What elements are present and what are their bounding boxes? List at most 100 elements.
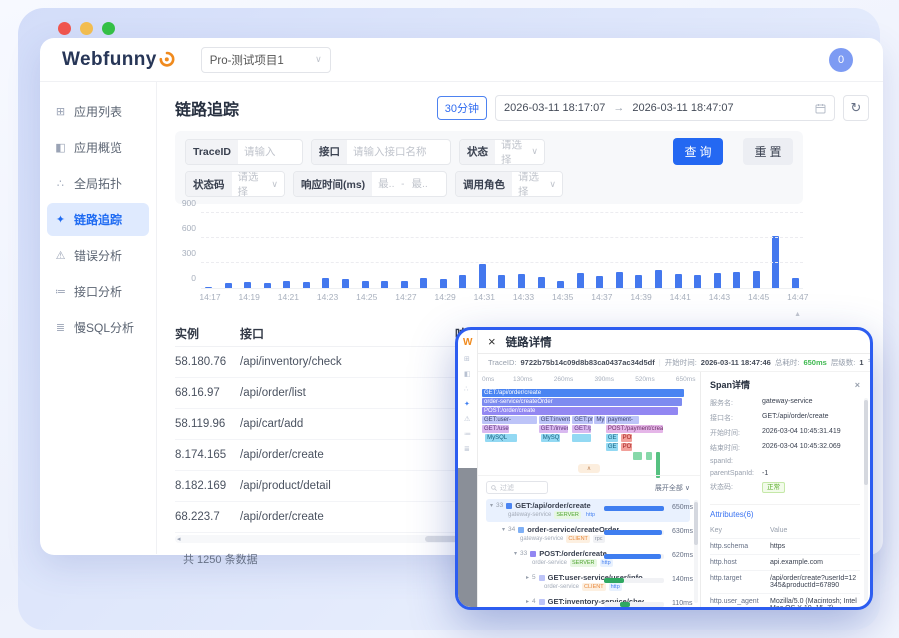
span-tree-row[interactable]: ▾33POST:/order/createorder-serviceSERVER…	[486, 547, 690, 570]
sidebar-item-链路追踪[interactable]: ✦链路追踪	[47, 203, 149, 236]
attr-key-header: Key	[710, 527, 770, 534]
span-bar[interactable]: GET:/inventory/c	[539, 425, 568, 433]
span-bar[interactable]	[633, 452, 641, 460]
chart-bar	[420, 278, 427, 288]
sidebar-item-应用列表[interactable]: ⊞应用列表	[47, 95, 149, 128]
panel-scrollbar[interactable]	[864, 398, 868, 601]
field-label: 服务名:	[710, 398, 762, 408]
status-select[interactable]: 请选择 ∨	[495, 140, 544, 164]
chart-bar	[498, 275, 505, 288]
reset-button[interactable]: 重置	[743, 138, 793, 165]
column-header-实例: 实例	[175, 325, 199, 342]
mini-logo: W	[463, 337, 477, 348]
column-header-label: 接口	[240, 325, 264, 342]
sidebar-item-全局拓扑[interactable]: ∴全局拓扑	[47, 167, 149, 200]
cell-instance: 58.180.76	[175, 356, 226, 368]
search-button[interactable]: 查询	[673, 138, 723, 165]
span-bar[interactable]: GET:/lo	[606, 443, 619, 451]
mini-接口分析-icon: ≔	[464, 430, 477, 438]
span-bar[interactable]: POST:/payment/create	[606, 425, 663, 433]
attr-row: http.schemahttps	[710, 539, 860, 555]
caret-icon[interactable]: ▾	[490, 502, 493, 509]
sidebar-item-label: 链路追踪	[74, 211, 122, 228]
close-icon[interactable]: ×	[488, 335, 496, 348]
span-bar[interactable]	[646, 452, 652, 460]
traceid-input[interactable]	[238, 140, 300, 164]
date-range-picker[interactable]: 2026-03-11 18:17:07 → 2026-03-11 18:47:0…	[495, 95, 835, 121]
span-field: parentSpanId:-1	[710, 470, 860, 477]
gridline	[201, 262, 803, 263]
span-bar[interactable]: GET:/ba	[606, 434, 619, 442]
caret-icon[interactable]: ▸	[526, 598, 529, 605]
attributes-link[interactable]: Attributes(6)	[710, 504, 860, 523]
avatar[interactable]: 0	[829, 48, 853, 72]
maximize-window-dot[interactable]	[102, 22, 115, 35]
span-bar[interactable]: GET:/api/order/create	[482, 389, 684, 397]
span-bar[interactable]: payment-	[606, 416, 640, 424]
waterfall-row: order-service/createOrder	[482, 398, 692, 406]
page-title: 链路追踪	[175, 96, 239, 120]
protocol-badge: http	[584, 511, 597, 519]
attr-value: api.example.com	[770, 559, 823, 566]
sidebar-item-错误分析[interactable]: ⚠错误分析	[47, 239, 149, 272]
span-bar[interactable]: GET:/user/info	[482, 425, 509, 433]
scrollbar-thumb[interactable]	[694, 502, 698, 545]
api-input[interactable]	[347, 140, 445, 164]
span-tree-row[interactable]: ▸4GET:inventory-service/checkorder-servi…	[486, 595, 690, 607]
span-search-input[interactable]: 过滤	[486, 481, 548, 494]
span-count: 4	[532, 598, 536, 605]
project-selector[interactable]: Pro-测试项目1 ∨	[201, 47, 331, 73]
caret-icon[interactable]: ▾	[514, 550, 517, 557]
refresh-button[interactable]: ↻	[843, 95, 869, 121]
quick-range-tag[interactable]: 30分钟	[437, 96, 487, 120]
field-value: 2026-03-04 10:45:32.069	[762, 443, 841, 453]
chart-bar	[283, 281, 290, 288]
span-bar[interactable]: POST:	[621, 434, 633, 442]
span-bar[interactable]: GET:user-	[482, 416, 537, 424]
span-tree-row[interactable]: ▸5GET:user-service/user/infoorder-servic…	[486, 571, 690, 594]
span-bar[interactable]	[572, 434, 591, 442]
field-value: gateway-service	[762, 398, 813, 408]
span-bar[interactable]: POST	[621, 443, 633, 451]
span-bar[interactable]: POST:/order/create	[482, 407, 678, 415]
span-bar[interactable]: MySQL	[485, 434, 517, 442]
trace-duration: 650ms	[803, 358, 826, 367]
应用概览-icon: ◧	[54, 141, 67, 154]
x-tick-label: 14:35	[550, 292, 576, 302]
span-tree-row[interactable]: ▾33GET:/api/order/creategateway-serviceS…	[486, 499, 690, 522]
sidebar-item-慢SQL分析[interactable]: ≣慢SQL分析	[47, 311, 149, 344]
span-duration: 110ms	[672, 600, 693, 607]
close-icon[interactable]: ×	[855, 380, 860, 390]
span-tree-row[interactable]: ▾34order-service/createOrdergateway-serv…	[486, 523, 690, 546]
status-code-select[interactable]: 请选择 ∨	[232, 172, 285, 196]
gridline	[201, 212, 803, 213]
role-select[interactable]: 请选择 ∨	[512, 172, 562, 196]
sidebar-item-接口分析[interactable]: ≔接口分析	[47, 275, 149, 308]
list-scrollbar[interactable]	[694, 500, 698, 603]
y-tick-label: 0	[191, 273, 196, 283]
scrollbar-thumb[interactable]	[864, 400, 868, 485]
chart-bar	[792, 278, 799, 288]
span-bar[interactable]: GET:inventory-	[539, 416, 571, 424]
span-bar[interactable]: MySQL:	[594, 416, 605, 424]
span-bar[interactable]: GET:product-	[572, 416, 593, 424]
cell-api: /api/inventory/check	[240, 356, 342, 368]
trace-levels: 1	[859, 358, 863, 367]
minimize-window-dot[interactable]	[80, 22, 93, 35]
resp-time-min-input[interactable]	[372, 172, 400, 196]
span-bar[interactable]: order-service/createOrder	[482, 398, 682, 406]
span-bar[interactable]: GET:/product/	[572, 425, 591, 433]
resp-time-max-input[interactable]	[406, 172, 434, 196]
close-window-dot[interactable]	[58, 22, 71, 35]
sidebar-item-应用概览[interactable]: ◧应用概览	[47, 131, 149, 164]
refresh-icon: ↻	[851, 100, 862, 116]
span-row-sub: order-serviceSERVERhttp	[486, 559, 690, 567]
caret-icon[interactable]: ▾	[502, 526, 505, 533]
caret-icon[interactable]: ▸	[526, 574, 529, 581]
scroll-left-arrow-icon[interactable]: ◂	[175, 535, 181, 543]
collapse-handle[interactable]: ∧	[578, 464, 600, 473]
window-controls[interactable]	[58, 22, 115, 35]
scroll-up-arrow-icon[interactable]: ▲	[794, 311, 801, 318]
span-bar[interactable]: MySQ	[541, 434, 560, 442]
expand-all-link[interactable]: 展开全部 ∨	[655, 483, 690, 493]
